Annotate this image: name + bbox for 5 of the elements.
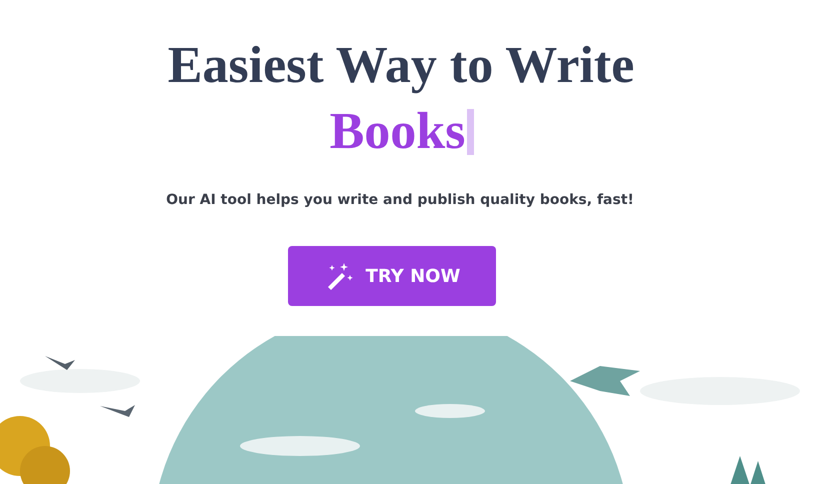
hero-subtitle: Our AI tool helps you write and publish quality books, fast! <box>166 191 634 210</box>
try-now-button[interactable]: TRY NOW <box>288 246 496 306</box>
hero-title: Easiest Way to Write <box>168 36 634 96</box>
highlighted-word: Books <box>330 102 466 162</box>
typing-cursor <box>467 109 474 155</box>
